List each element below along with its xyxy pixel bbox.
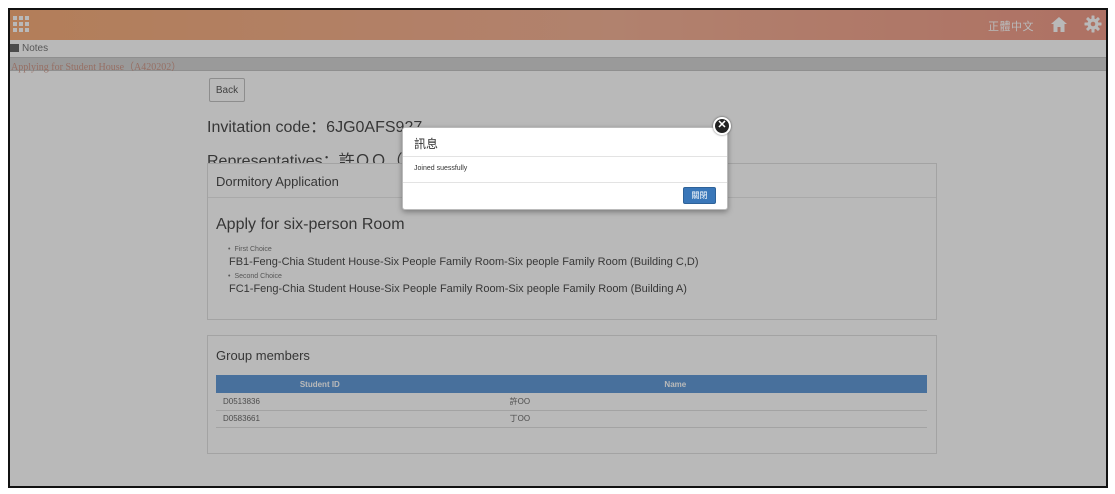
dialog-title: 訊息	[414, 137, 439, 151]
breadcrumb-bar: Applying for Student House（A420202）	[10, 57, 1106, 73]
invitation-code: Invitation code：6JG0AFS927	[207, 119, 423, 136]
top-bar: 正體中文	[10, 10, 1106, 40]
column-header-student-id: Student ID	[216, 375, 424, 393]
table-row: D0513836 許OO	[216, 393, 927, 411]
dialog-message: Joined suessfully	[414, 165, 468, 172]
home-icon[interactable]	[1050, 16, 1068, 33]
first-choice-label: First Choice	[228, 246, 699, 253]
dialog-divider	[403, 182, 727, 183]
second-choice-label: Second Choice	[228, 273, 699, 280]
name-cell: 許OO	[423, 393, 927, 411]
notes-label: Notes	[22, 42, 49, 54]
notes-icon	[10, 44, 19, 52]
page-breadcrumb-title: Applying for Student House（A420202）	[11, 62, 182, 73]
message-dialog: 訊息 Joined suessfully 關閉	[402, 127, 728, 210]
dialog-close-button[interactable]: 關閉	[683, 187, 716, 204]
apps-grid-icon[interactable]	[12, 15, 30, 33]
table-row: D0583661 丁OO	[216, 410, 927, 428]
student-id-cell: D0583661	[216, 410, 424, 428]
gear-icon[interactable]	[1084, 15, 1102, 33]
close-icon[interactable]: ✕	[713, 117, 731, 135]
choice-list: First Choice FB1-Feng-Chia Student House…	[224, 246, 699, 300]
first-choice-value: FB1-Feng-Chia Student House-Six People F…	[229, 256, 699, 268]
app-window: 正體中文 Notes Applying for Student House（A4…	[8, 8, 1108, 488]
group-members-title: Group members	[216, 348, 310, 363]
dialog-divider	[403, 156, 727, 157]
notes-link[interactable]: Notes	[10, 41, 48, 55]
name-cell: 丁OO	[423, 410, 927, 428]
back-button[interactable]: Back	[209, 78, 245, 102]
group-members-table: Student ID Name D0513836 許OO D0583661 丁O…	[216, 375, 927, 428]
language-switch-link[interactable]: 正體中文	[988, 18, 1034, 34]
second-choice-value: FC1-Feng-Chia Student House-Six People F…	[229, 283, 687, 295]
room-type-title: Apply for six-person Room	[216, 216, 405, 233]
group-members-panel: Group members Student ID Name D0513836 許…	[207, 335, 937, 454]
column-header-name: Name	[423, 375, 927, 393]
student-id-cell: D0513836	[216, 393, 424, 411]
